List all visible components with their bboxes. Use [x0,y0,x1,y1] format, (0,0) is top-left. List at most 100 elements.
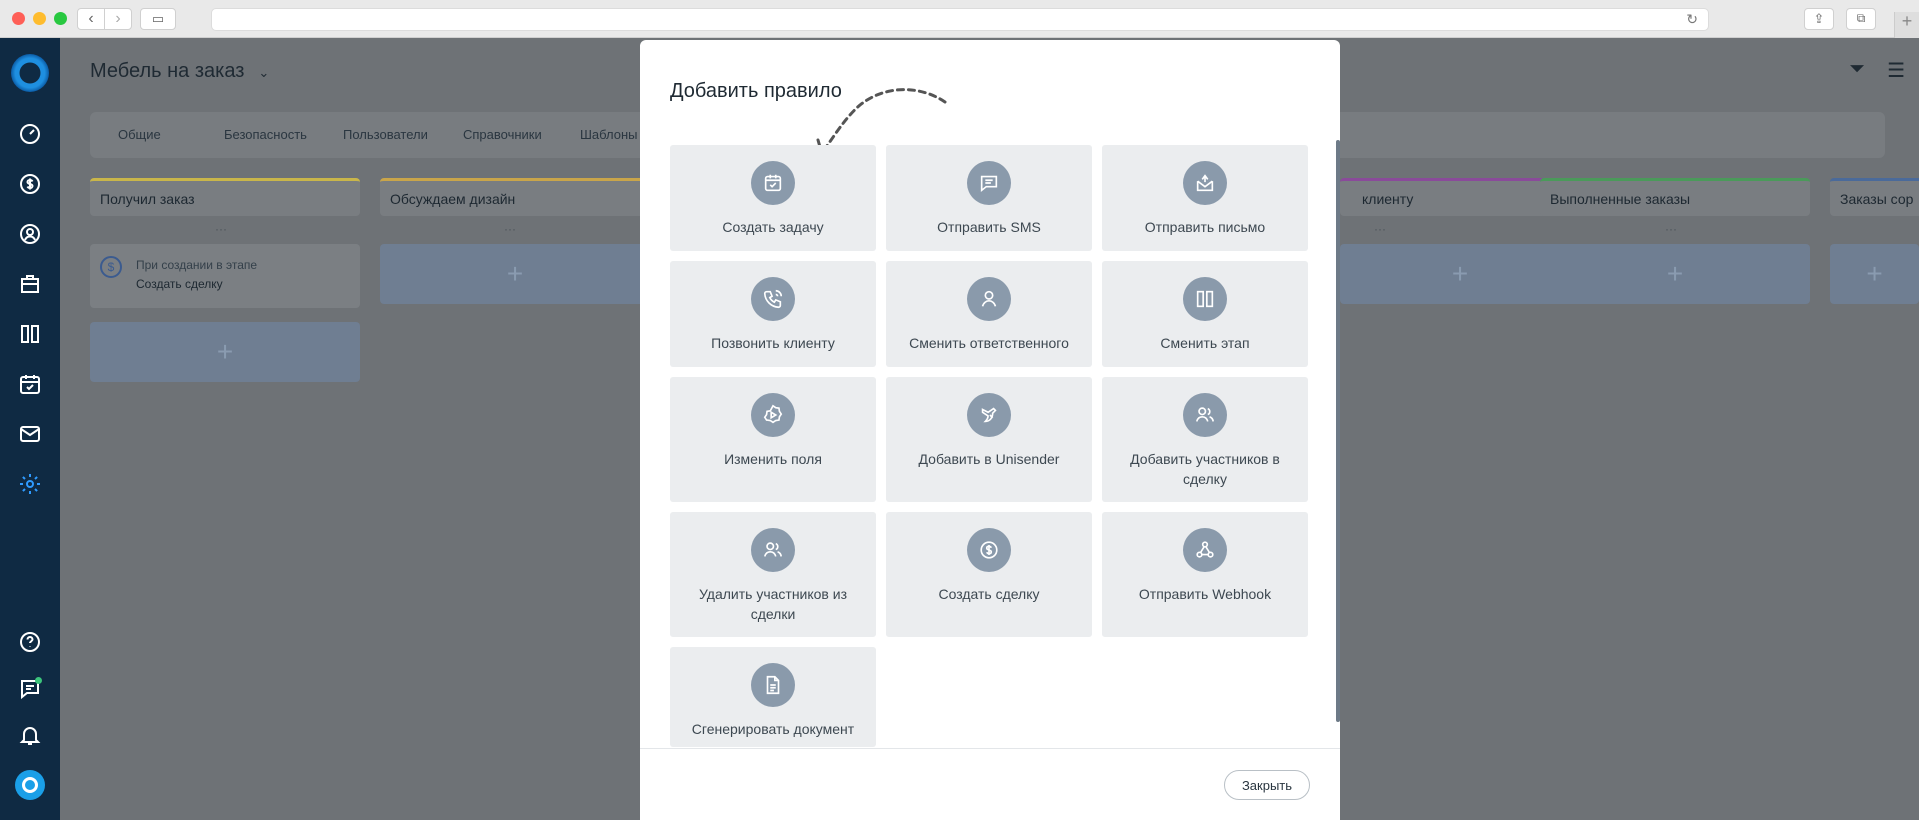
stage-menu-icon[interactable]: ··· [215,222,227,236]
action-label: Позвонить клиенту [711,335,835,351]
action-label: Сгенерировать документ [691,721,855,737]
user-avatar[interactable] [15,770,45,800]
trigger-card[interactable]: $ При создании в этапе Создать сделку [90,244,360,308]
users-add-icon [1183,393,1227,437]
header-actions: ⏷ ☰ [1849,58,1905,83]
add-rule-modal: Добавить правило Создать задачу Отправит… [640,40,1340,820]
settings-play-icon [751,393,795,437]
tab-dictionaries[interactable]: Справочники [463,127,542,142]
columns-icon [1183,277,1227,321]
notification-dot [35,677,42,684]
app-sidebar [0,38,60,820]
close-button[interactable]: Закрыть [1224,770,1310,800]
stage-menu-icon[interactable]: ··· [1665,222,1677,236]
stage-column[interactable]: Обсуждаем дизайн [380,178,650,216]
forward-button[interactable]: › [104,8,132,30]
stage-menu-icon[interactable]: ··· [1374,222,1386,236]
trigger-action: Создать сделку [136,277,223,291]
mail-open-icon [1183,161,1227,205]
stage-column[interactable]: Выполненные заказы [1540,178,1810,216]
app-logo[interactable] [11,54,49,92]
stage-column[interactable]: Получил заказ [90,178,360,216]
address-bar[interactable]: ↻ [211,8,1709,31]
products-box-icon[interactable] [15,269,45,299]
add-trigger-button[interactable]: + [1540,244,1810,304]
action-send-webhook[interactable]: Отправить Webhook [1102,512,1308,637]
action-add-participants[interactable]: Добавить участников в сделку [1102,377,1308,502]
trigger-condition: При создании в этапе [136,258,258,272]
action-label: Изменить поля [724,451,822,467]
stage-title: Выполненные заказы [1550,191,1691,207]
action-label: Сменить этап [1160,335,1250,351]
action-label: Добавить в Unisender [918,451,1060,467]
window-minimize-button[interactable] [33,12,46,25]
tab-templates[interactable]: Шаблоны [580,127,638,142]
action-label: Удалить участников из сделки [698,586,848,622]
browser-toolbar: ‹ › ▭ ↻ ⇪ ⧉ + [0,0,1919,38]
calendar-check-icon [751,161,795,205]
action-label: Сменить ответственного [909,335,1069,351]
window-close-button[interactable] [12,12,25,25]
filter-icon[interactable]: ⏷ [1849,58,1865,83]
dollar-circle-icon: $ [100,256,122,278]
user-icon [967,277,1011,321]
tab-security[interactable]: Безопасность [224,127,307,142]
action-label: Отправить SMS [937,219,1041,235]
action-change-fields[interactable]: Изменить поля [670,377,876,502]
reload-icon[interactable]: ↻ [1686,11,1698,28]
dollar-circle-icon [967,528,1011,572]
tabs-overview-icon[interactable]: ⧉ [1846,8,1876,30]
add-trigger-button[interactable]: + [380,244,650,304]
action-label: Добавить участников в сделку [1130,451,1280,487]
action-send-email[interactable]: Отправить письмо [1102,145,1308,251]
modal-footer-divider [640,748,1340,749]
back-button[interactable]: ‹ [77,8,105,30]
new-tab-button[interactable]: + [1894,12,1919,38]
action-generate-document[interactable]: Сгенерировать документ [670,647,876,747]
action-create-task[interactable]: Создать задачу [670,145,876,251]
page-title[interactable]: Мебель на заказ ⌄ [90,60,269,83]
action-change-stage[interactable]: Сменить этап [1102,261,1308,367]
stage-column[interactable]: Заказы сор [1830,178,1919,216]
stage-title: Обсуждаем дизайн [390,191,516,207]
sms-message-icon [967,161,1011,205]
stage-title: клиенту [1362,191,1414,207]
stage-menu-icon[interactable]: ··· [504,222,516,236]
tab-general[interactable]: Общие [118,127,161,142]
modal-scrollbar[interactable] [1336,140,1340,722]
document-icon [751,663,795,707]
action-label: Создать сделку [938,586,1040,602]
settings-gear-icon[interactable] [15,469,45,499]
phone-call-icon [751,277,795,321]
board-title: Мебель на заказ [90,60,245,82]
stage-title: Заказы сор [1840,191,1914,207]
pipeline-columns-icon[interactable] [15,319,45,349]
dashboard-icon[interactable] [15,119,45,149]
help-icon[interactable] [15,627,45,657]
list-view-icon[interactable]: ☰ [1887,58,1905,83]
action-send-sms[interactable]: Отправить SMS [886,145,1092,251]
feedback-chat-icon[interactable] [15,674,45,704]
add-trigger-button[interactable]: + [1830,244,1919,304]
action-remove-participants[interactable]: Удалить участников из сделки [670,512,876,637]
action-create-deal[interactable]: Создать сделку [886,512,1092,637]
chevron-down-icon: ⌄ [258,65,270,80]
contacts-icon[interactable] [15,219,45,249]
window-zoom-button[interactable] [54,12,67,25]
stage-title: Получил заказ [100,191,195,207]
calendar-icon[interactable] [15,369,45,399]
deals-dollar-icon[interactable] [15,169,45,199]
users-remove-icon [751,528,795,572]
bell-icon[interactable] [15,720,45,750]
action-label: Отправить Webhook [1138,586,1272,602]
action-add-to-unisender[interactable]: Добавить в Unisender [886,377,1092,502]
action-label: Создать задачу [722,219,824,235]
sidebar-toggle-icon[interactable]: ▭ [140,8,176,30]
action-call-client[interactable]: Позвонить клиенту [670,261,876,367]
add-trigger-button[interactable]: + [90,322,360,382]
mail-icon[interactable] [15,419,45,449]
share-icon[interactable]: ⇪ [1804,8,1834,30]
action-change-assignee[interactable]: Сменить ответственного [886,261,1092,367]
tab-users[interactable]: Пользователи [343,127,428,142]
unisender-bird-icon [967,393,1011,437]
